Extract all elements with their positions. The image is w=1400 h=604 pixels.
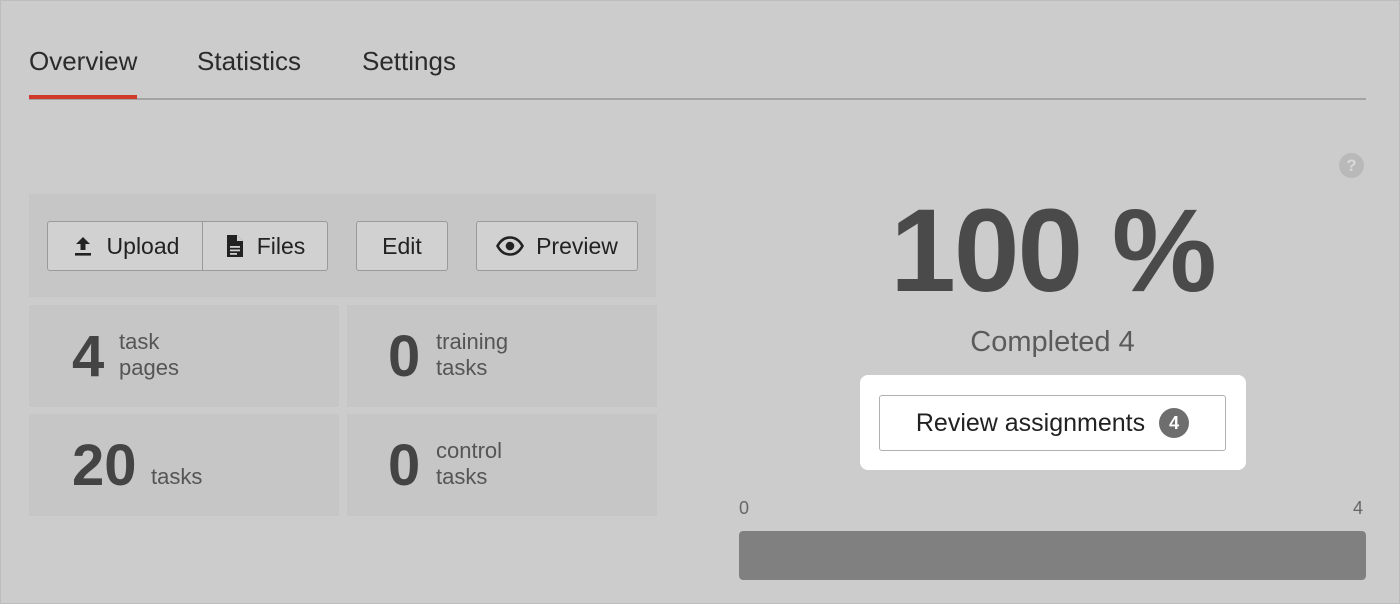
eye-icon [496, 236, 525, 256]
tab-statistics[interactable]: Statistics [197, 46, 301, 77]
progress-max-label: 4 [1353, 498, 1364, 518]
review-assignments-label: Review assignments [915, 408, 1146, 437]
preview-button[interactable]: Preview [476, 221, 638, 271]
edit-button-label: Edit [382, 232, 422, 259]
progress-bar-fill [739, 531, 1366, 580]
preview-button-label: Preview [536, 232, 618, 259]
completion-percent: 100 % [890, 185, 1217, 317]
tab-overview[interactable]: Overview [29, 46, 138, 99]
stat-value: 20 [72, 433, 137, 498]
toolbar-panel: Upload Files Edit Preview [29, 194, 656, 297]
tab-settings[interactable]: Settings [362, 46, 456, 77]
stat-card-control-tasks: 0 control tasks [347, 414, 657, 516]
file-icon [225, 234, 245, 258]
stat-label: control tasks [436, 438, 503, 489]
stat-value: 0 [388, 324, 421, 389]
upload-button-label: Upload [106, 232, 180, 259]
review-assignments-button[interactable]: Review assignments 4 [879, 395, 1226, 451]
stat-value: 4 [72, 324, 105, 389]
upload-button[interactable]: Upload [48, 222, 203, 270]
review-highlight: Review assignments 4 [860, 375, 1246, 470]
stat-value: 0 [388, 433, 421, 498]
stat-card-tasks: 20 tasks [29, 414, 339, 516]
progress-bar [739, 531, 1366, 580]
stat-label: tasks [151, 464, 203, 489]
edit-button[interactable]: Edit [356, 221, 448, 271]
stat-label: training tasks [436, 329, 509, 380]
stat-card-training-tasks: 0 training tasks [347, 305, 657, 407]
tab-bar: Overview Statistics Settings [29, 40, 1366, 100]
completed-count: Completed 4 [970, 326, 1135, 358]
files-button-label: Files [256, 232, 306, 259]
files-button[interactable]: Files [203, 222, 327, 270]
upload-icon [71, 234, 95, 258]
stat-label: task pages [119, 329, 179, 380]
stat-card-task-pages: 4 task pages [29, 305, 339, 407]
progress-min-label: 0 [739, 498, 750, 518]
question-icon[interactable]: ? [1339, 153, 1364, 178]
review-count-badge: 4 [1159, 408, 1190, 438]
upload-files-button-group: Upload Files [47, 221, 328, 271]
